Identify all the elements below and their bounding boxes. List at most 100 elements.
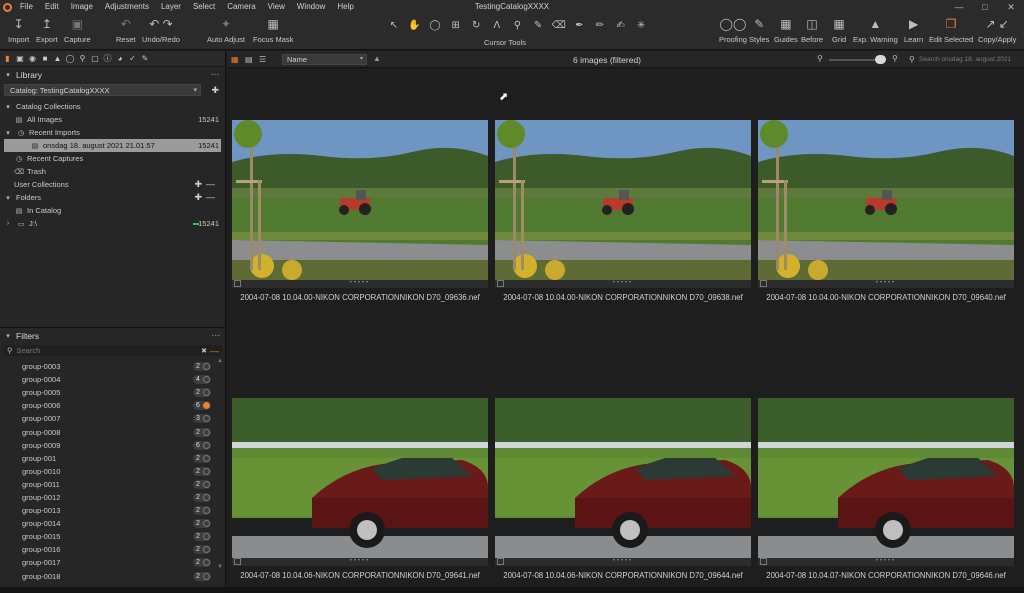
thumbnail-item[interactable]: ••••• 2004-07-08 10.04.00-NIKON CORPORATI…: [758, 120, 1014, 302]
filter-count-badge[interactable]: 2: [193, 479, 211, 489]
local-tab-icon[interactable]: ▢: [90, 53, 101, 64]
filters-header[interactable]: ▾ Filters ⋯: [0, 328, 226, 343]
before-button[interactable]: ◫ Before: [801, 17, 823, 44]
thumbnail-image[interactable]: [758, 398, 1014, 558]
thumbnail-item[interactable]: ••••• 2004-07-08 10.04.00-NIKON CORPORATI…: [232, 120, 488, 302]
filter-count-badge[interactable]: 3: [193, 414, 211, 424]
picker-icon[interactable]: ✒: [570, 19, 588, 33]
recent-captures-item[interactable]: ◷ Recent Captures: [0, 152, 225, 165]
scroll-down-icon[interactable]: ▼: [217, 564, 223, 570]
menu-file[interactable]: File: [14, 0, 39, 14]
filter-count-badge[interactable]: 2: [193, 571, 211, 581]
eraser-icon[interactable]: ⌫: [550, 19, 568, 33]
styles-tab-icon[interactable]: ✎: [140, 53, 151, 64]
export-button[interactable]: ↥ Export: [36, 17, 58, 44]
thumbnail-image[interactable]: [232, 120, 488, 280]
slider-handle[interactable]: [875, 55, 886, 64]
proofing-button[interactable]: ◯◯ Proofing: [719, 17, 747, 44]
minimize-icon[interactable]: —: [946, 0, 972, 14]
thumbnail-item[interactable]: ••••• 2004-07-08 10.04.00-NIKON CORPORATI…: [495, 120, 751, 302]
filter-group-row[interactable]: group-0012 2: [0, 491, 226, 504]
add-remove-icons[interactable]: ✚—: [194, 179, 219, 190]
catalog-select[interactable]: Catalog: TestingCatalogXXXX ▾: [4, 84, 201, 96]
all-images-item[interactable]: ▤ All Images 15241: [0, 113, 225, 126]
zoom-out-icon[interactable]: ⚲: [817, 54, 823, 63]
filter-group-row[interactable]: group-0007 3: [0, 412, 226, 425]
crop-icon[interactable]: ⊞: [447, 19, 465, 33]
auto-adjust-button[interactable]: ✦ Auto Adjust: [207, 17, 245, 44]
exposure-tab-icon[interactable]: ▲: [52, 53, 63, 64]
gradient-icon[interactable]: ✏: [591, 19, 609, 33]
color-tab-icon[interactable]: ■: [40, 53, 51, 64]
grid-view-icon[interactable]: ▦: [231, 55, 240, 64]
filter-count-badge[interactable]: 2: [193, 427, 211, 437]
grid-button[interactable]: ▦ Grid: [832, 17, 846, 44]
menu-adjustments[interactable]: Adjustments: [99, 0, 155, 14]
import-button[interactable]: ↧ Import: [8, 17, 29, 44]
styles-button[interactable]: ✎ Styles: [749, 17, 769, 44]
rotate-icon[interactable]: ↻: [467, 19, 485, 33]
close-icon[interactable]: ✕: [998, 0, 1024, 14]
filter-group-row[interactable]: group-0003 2: [0, 360, 226, 373]
annotate-icon[interactable]: ✍: [612, 19, 630, 33]
add-catalog-icon[interactable]: ✚: [211, 85, 219, 96]
capture-tab-icon[interactable]: ▣: [15, 53, 26, 64]
library-header[interactable]: ▾ Library ⋯: [0, 67, 225, 82]
filter-count-badge[interactable]: 2: [193, 466, 211, 476]
rating-dots[interactable]: •••••: [495, 280, 751, 287]
pan-hand-icon[interactable]: ✋: [406, 19, 424, 33]
rating-dots[interactable]: •••••: [232, 280, 488, 287]
filter-group-row[interactable]: group-0009 6: [0, 439, 226, 452]
filter-count-badge[interactable]: 2: [193, 453, 211, 463]
menu-window[interactable]: Window: [291, 0, 331, 14]
undo-redo-button[interactable]: ↶ ↷ Undo/Redo: [142, 17, 180, 44]
filter-group-row[interactable]: group-0016 2: [0, 543, 226, 556]
folders-header[interactable]: ▾ Folders ✚—: [0, 191, 225, 204]
sort-direction-icon[interactable]: ▲: [373, 54, 381, 63]
filter-group-row[interactable]: group-0008 2: [0, 425, 226, 438]
filter-count-badge[interactable]: 2: [193, 492, 211, 502]
filter-group-row[interactable]: group-0013 2: [0, 504, 226, 517]
filter-count-badge[interactable]: 6: [193, 440, 211, 450]
menu-help[interactable]: Help: [331, 0, 359, 14]
catalog-collections-header[interactable]: ▾ Catalog Collections: [0, 100, 225, 113]
recent-imports-item[interactable]: ▾ ◷ Recent Imports: [0, 126, 225, 139]
filter-group-row[interactable]: group-0018 2: [0, 570, 226, 583]
viewer-search-input[interactable]: ⚲ Search onsdag 18. august 2021: [909, 54, 1024, 65]
thumbnail-item[interactable]: ••••• 2004-07-08 10.04.06-NIKON CORPORATI…: [232, 398, 488, 580]
menu-camera[interactable]: Camera: [221, 0, 261, 14]
details-tab-icon[interactable]: ◯: [65, 53, 76, 64]
more-icon[interactable]: ⋯: [211, 69, 220, 80]
thumbnail-image[interactable]: [495, 120, 751, 280]
search-tab-icon[interactable]: ⚲: [77, 53, 88, 64]
menu-select[interactable]: Select: [187, 0, 221, 14]
spot-removal-icon[interactable]: ⚲: [509, 19, 527, 33]
capture-button[interactable]: ▣ Capture: [64, 17, 91, 44]
import-session-item[interactable]: ▤ onsdag 18. august 2021 21.01.57 15241: [4, 139, 221, 152]
zoom-in-icon[interactable]: ⚲: [892, 54, 898, 63]
output-tab-icon[interactable]: ◕: [115, 53, 126, 64]
filter-search-input[interactable]: ⚲ Search ✖ —: [4, 345, 222, 356]
more-icon[interactable]: ⋯: [212, 330, 221, 341]
filter-count-badge[interactable]: 2: [193, 532, 211, 542]
edit-selected-button[interactable]: ❒ Edit Selected: [929, 17, 973, 44]
exp-warning-button[interactable]: ▲ Exp. Warning: [853, 17, 898, 44]
menu-edit[interactable]: Edit: [39, 0, 65, 14]
filter-count-badge[interactable]: 2: [193, 558, 211, 568]
menu-view[interactable]: View: [262, 0, 291, 14]
thumbnail-image[interactable]: [232, 398, 488, 558]
copy-apply-button[interactable]: ↗ ↙ Copy/Apply: [978, 17, 1016, 44]
rating-dots[interactable]: •••••: [232, 558, 488, 565]
metadata-tab-icon[interactable]: ⓘ: [102, 53, 113, 64]
keystone-icon[interactable]: Λ: [488, 19, 506, 33]
sort-select[interactable]: Name ▾: [282, 54, 367, 65]
cursor-tools-more-icon[interactable]: ✳: [632, 19, 650, 33]
add-remove-icons[interactable]: ✚—: [194, 192, 219, 203]
filter-count-badge[interactable]: 2: [193, 545, 211, 555]
rating-dots[interactable]: •••••: [758, 280, 1014, 287]
filmstrip-view-icon[interactable]: ▤: [245, 55, 254, 64]
in-catalog-item[interactable]: ▤ In Catalog: [0, 204, 225, 217]
filter-scrollbar[interactable]: ▲ ▼: [217, 358, 223, 578]
filter-group-row[interactable]: group-0011 2: [0, 478, 226, 491]
batch-tab-icon[interactable]: ✓: [127, 53, 138, 64]
